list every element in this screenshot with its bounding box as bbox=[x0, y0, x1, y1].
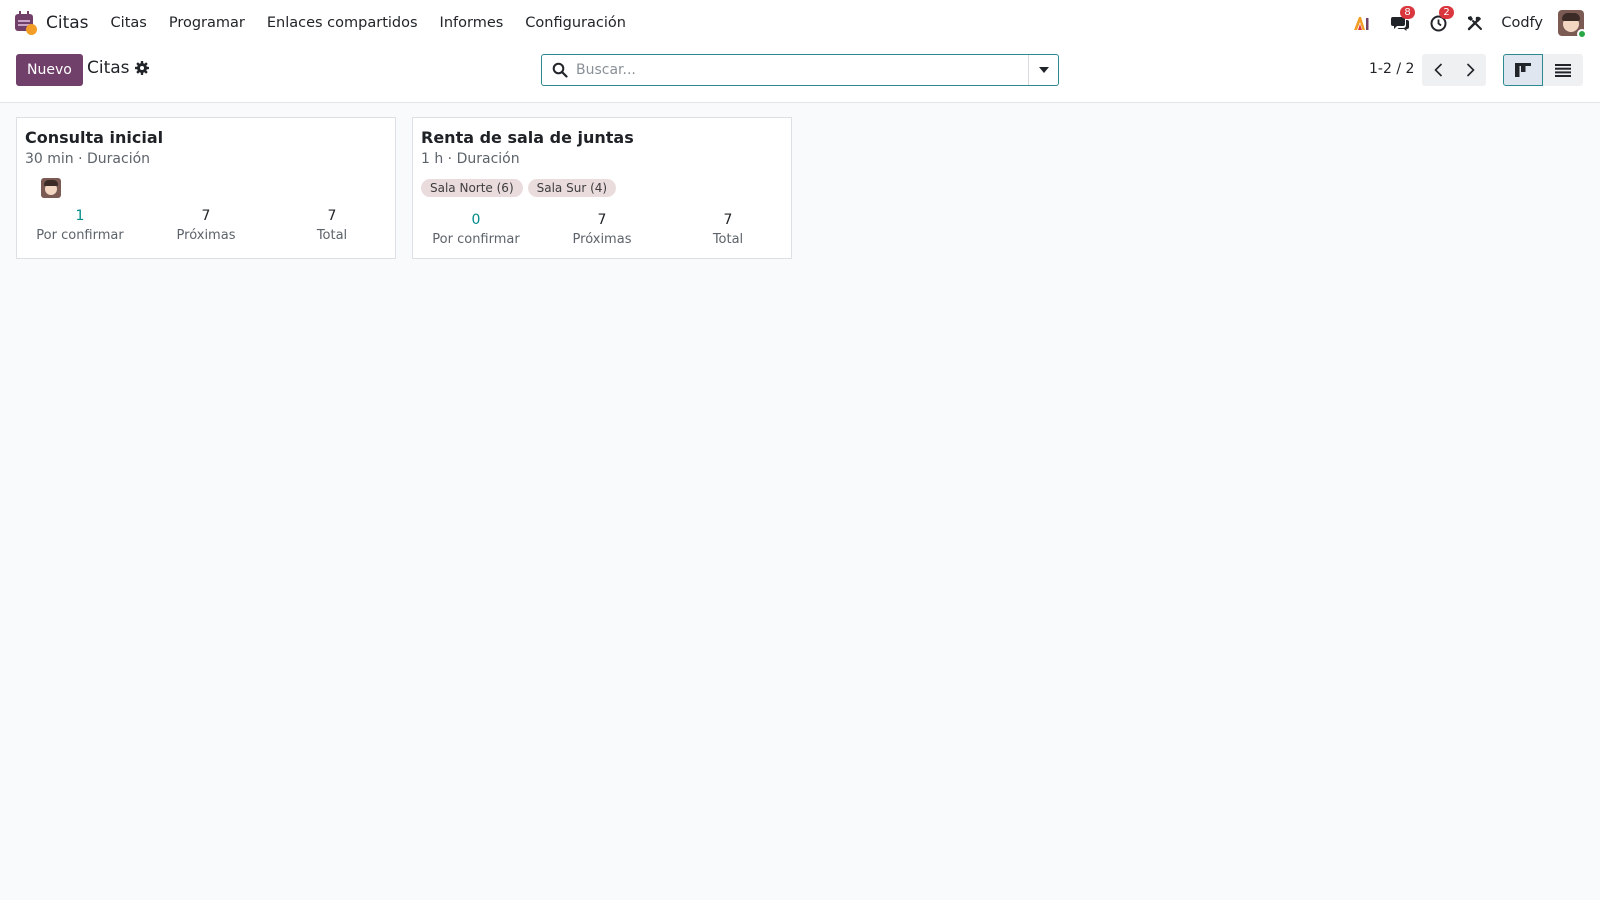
stat-por-confirmar[interactable]: 1 Por confirmar bbox=[17, 207, 143, 243]
stat-label: Por confirmar bbox=[36, 228, 124, 243]
kanban-view-button[interactable] bbox=[1503, 54, 1543, 86]
messages-badge: 8 bbox=[1400, 5, 1415, 19]
ai-icon[interactable] bbox=[1353, 15, 1371, 31]
list-view-button[interactable] bbox=[1543, 54, 1583, 86]
clock-icon[interactable]: 2 bbox=[1430, 5, 1454, 32]
activities-badge: 2 bbox=[1439, 5, 1454, 19]
tag-sala-norte: Sala Norte (6) bbox=[421, 179, 523, 197]
stat-value: 1 bbox=[75, 208, 85, 224]
appointment-card[interactable]: Consulta inicial 30 min · Duración 1 Por… bbox=[16, 117, 396, 259]
top-navbar: Citas Citas Programar Enlaces compartido… bbox=[0, 0, 1600, 46]
stat-proximas[interactable]: 7 Próximas bbox=[143, 207, 269, 243]
navbar-systray: 8 2 Codfy bbox=[1333, 0, 1587, 46]
search-options-toggle[interactable] bbox=[1028, 55, 1058, 85]
menu-enlaces-compartidos[interactable]: Enlaces compartidos bbox=[267, 15, 418, 31]
caret-down-icon bbox=[1038, 67, 1049, 73]
staff-avatar bbox=[41, 178, 61, 198]
stat-label: Próximas bbox=[572, 232, 632, 247]
kanban-icon bbox=[1515, 63, 1531, 77]
pager-previous-button[interactable] bbox=[1422, 54, 1454, 86]
stat-total[interactable]: 7 Total bbox=[269, 207, 395, 243]
menu-informes[interactable]: Informes bbox=[440, 15, 504, 31]
stat-label: Por confirmar bbox=[432, 232, 520, 247]
card-title: Consulta inicial bbox=[25, 128, 164, 147]
calendar-app-icon[interactable] bbox=[14, 11, 38, 35]
company-name[interactable]: Codfy bbox=[1501, 15, 1543, 31]
stat-value: 7 bbox=[327, 208, 337, 224]
resource-tags: Sala Norte (6) Sala Sur (4) bbox=[421, 179, 621, 197]
card-stats: 0 Por confirmar 7 Próximas 7 Total bbox=[413, 211, 791, 247]
card-duration: 1 h · Duración bbox=[421, 151, 520, 167]
stat-value: 7 bbox=[597, 212, 607, 228]
search-input[interactable] bbox=[568, 56, 1028, 84]
chevron-left-icon bbox=[1433, 63, 1442, 77]
stat-por-confirmar[interactable]: 0 Por confirmar bbox=[413, 211, 539, 247]
pager-next-button[interactable] bbox=[1454, 54, 1486, 86]
stat-value: 0 bbox=[471, 212, 481, 228]
chat-icon[interactable]: 8 bbox=[1391, 5, 1415, 32]
stat-label: Total bbox=[316, 228, 348, 243]
appointment-card[interactable]: Renta de sala de juntas 1 h · Duración S… bbox=[412, 117, 792, 259]
search-bar bbox=[541, 54, 1059, 86]
card-stats: 1 Por confirmar 7 Próximas 7 Total bbox=[17, 207, 395, 243]
app-brand[interactable]: Citas bbox=[46, 13, 89, 33]
menu-citas[interactable]: Citas bbox=[111, 15, 147, 31]
list-icon bbox=[1555, 63, 1571, 77]
online-status-indicator bbox=[1577, 29, 1587, 39]
tag-sala-sur: Sala Sur (4) bbox=[527, 179, 617, 197]
tools-icon[interactable] bbox=[1467, 15, 1483, 31]
chevron-right-icon bbox=[1466, 63, 1475, 77]
user-avatar[interactable] bbox=[1558, 10, 1587, 39]
control-panel: Nuevo Citas 1-2 / 2 bbox=[0, 46, 1600, 103]
stat-total[interactable]: 7 Total bbox=[665, 211, 791, 247]
menu-programar[interactable]: Programar bbox=[169, 15, 245, 31]
stat-value: 7 bbox=[723, 212, 733, 228]
gear-icon[interactable] bbox=[134, 60, 150, 76]
card-duration: 30 min · Duración bbox=[25, 151, 151, 167]
stat-proximas[interactable]: 7 Próximas bbox=[539, 211, 665, 247]
search-icon bbox=[552, 62, 568, 78]
stat-value: 7 bbox=[201, 208, 211, 224]
pager-value[interactable]: 1-2 / 2 bbox=[1369, 61, 1414, 77]
new-button[interactable]: Nuevo bbox=[16, 54, 83, 86]
breadcrumb: Citas bbox=[87, 58, 130, 78]
card-title: Renta de sala de juntas bbox=[421, 128, 634, 147]
stat-label: Próximas bbox=[176, 228, 236, 243]
menu-configuracion[interactable]: Configuración bbox=[525, 15, 626, 31]
stat-label: Total bbox=[712, 232, 744, 247]
